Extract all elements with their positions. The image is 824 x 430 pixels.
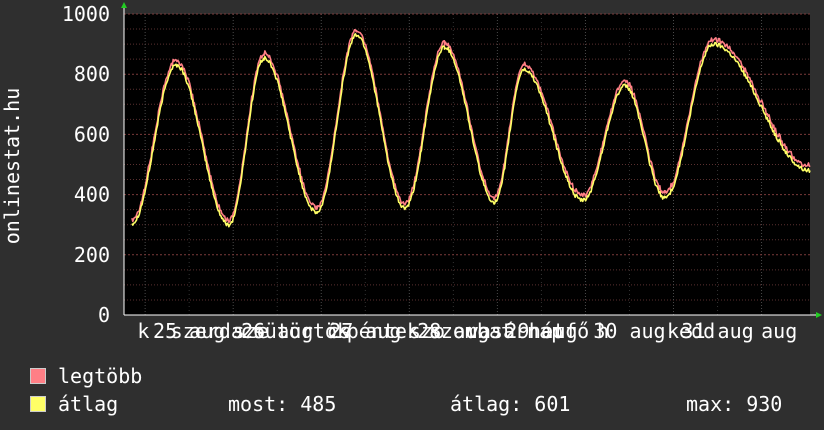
- x-date-label: 29 aug: [505, 319, 577, 343]
- x-date-label: 31 aug: [681, 319, 753, 343]
- stat-avg-value: 601: [534, 392, 571, 416]
- stat-max: max: 930: [686, 390, 782, 418]
- legend-swatch-max: [30, 368, 46, 384]
- x-date-label: 28 aug: [417, 319, 489, 343]
- legend-swatch-avg: [30, 396, 46, 412]
- x-date-label: 25 aug: [153, 319, 225, 343]
- x-axis-arrow: [816, 312, 822, 318]
- legend-label-max: legtöbb: [58, 364, 143, 388]
- y-tick-label: 0: [98, 303, 110, 327]
- stat-max-value: 930: [746, 392, 783, 416]
- chart-svg: 0 200 400 600 800 1000 k szerdaszecsütörtökcspé…: [0, 2, 822, 343]
- y-tick-label: 1000: [62, 2, 110, 26]
- stat-avg: átlag: 601: [450, 390, 570, 418]
- legend: legtöbb átlag most: 485 átlag: 601 max: …: [30, 362, 820, 418]
- stat-avg-label: átlag:: [450, 392, 523, 416]
- chart-container: 0 200 400 600 800 1000 k szerda sze csütörtök cs pé…: [0, 0, 824, 430]
- stat-now-value: 485: [300, 392, 337, 416]
- legend-row-avg: átlag most: 485 átlag: 601 max: 930: [30, 390, 820, 418]
- y-axis-label: onlinestat.hu: [0, 88, 24, 245]
- stat-max-label: max:: [686, 392, 735, 416]
- x-tick-label: aug: [761, 319, 797, 343]
- legend-row-max: legtöbb: [30, 362, 820, 390]
- y-axis-arrow: [121, 2, 127, 8]
- x-tick-labels: k szerdaszecsütörtökcspéntekszoszombatvas…: [137, 319, 797, 343]
- y-tick-label: 800: [74, 62, 110, 86]
- x-date-label: 27 aug: [329, 319, 401, 343]
- y-tick-label: 400: [74, 183, 110, 207]
- y-tick-label: 200: [74, 243, 110, 267]
- x-tick-label: k: [137, 319, 149, 343]
- x-date-label: 30 aug: [593, 319, 665, 343]
- legend-label-avg: átlag: [58, 392, 119, 416]
- y-tick-label: 600: [74, 122, 110, 146]
- x-date-label: 26 aug: [241, 319, 313, 343]
- stat-now-label: most:: [228, 392, 289, 416]
- stat-now: most: 485: [228, 390, 336, 418]
- grid: [124, 13, 810, 315]
